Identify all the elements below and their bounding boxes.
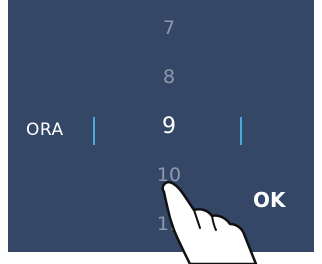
left-divider: [93, 117, 95, 145]
wheel-item-selected[interactable]: 9: [100, 114, 238, 139]
wheel-item-8[interactable]: 8: [100, 66, 238, 88]
wheel-item-7[interactable]: 7: [100, 17, 238, 39]
right-divider: [240, 117, 242, 145]
hand-pointer-icon: [161, 181, 258, 264]
hour-label: ORA: [26, 120, 64, 140]
